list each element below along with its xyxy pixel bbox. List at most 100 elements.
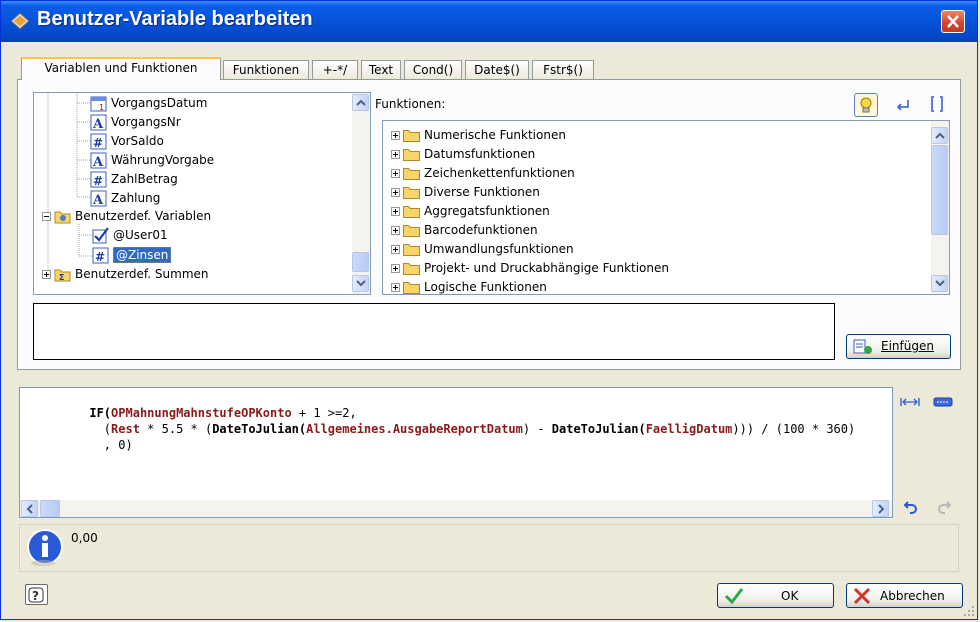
keyboard-icon[interactable] xyxy=(933,396,953,408)
function-category[interactable]: Datumsfunktionen xyxy=(391,145,535,164)
expand-icon[interactable] xyxy=(391,131,400,140)
tree-lines xyxy=(47,93,92,271)
function-category[interactable]: Logische Funktionen xyxy=(391,278,547,294)
ok-button-label: OK xyxy=(781,589,799,603)
enter-icon[interactable] xyxy=(895,97,911,113)
wrap-toggle-icon[interactable] xyxy=(900,396,920,408)
tree-item-label: Zahlung xyxy=(111,191,161,205)
redo-icon[interactable] xyxy=(936,499,952,515)
arrow-down-icon xyxy=(935,280,945,287)
resize-grip-icon[interactable] xyxy=(963,605,975,617)
text-field-icon: A xyxy=(90,114,107,131)
expand-icon[interactable] xyxy=(391,150,400,159)
functions-tree[interactable]: Numerische Funktionen Datumsfunktionen Z… xyxy=(382,120,950,295)
result-area xyxy=(19,524,959,572)
tab-fstr[interactable]: Fstr$() xyxy=(532,60,594,80)
expand-icon[interactable] xyxy=(391,207,400,216)
folder-icon xyxy=(403,130,420,142)
scroll-left-button[interactable] xyxy=(21,500,38,517)
tab-cond[interactable]: Cond() xyxy=(404,60,462,80)
scroll-right-button[interactable] xyxy=(872,500,889,517)
insert-button[interactable]: Einfügen xyxy=(846,334,951,359)
function-category-label: Datumsfunktionen xyxy=(424,147,536,161)
checkmark-icon xyxy=(724,588,744,605)
scroll-down-button[interactable] xyxy=(352,275,369,292)
arrow-down-icon xyxy=(356,280,366,287)
svg-text:#: # xyxy=(93,136,103,150)
folder-icon xyxy=(403,168,420,180)
cancel-button[interactable]: Abbrechen xyxy=(846,583,963,608)
number-field-icon: # xyxy=(90,133,107,150)
result-value: 0,00 xyxy=(71,531,98,545)
tree-item-folder[interactable]: Benutzerdef. Variablen xyxy=(42,207,211,226)
function-category-label: Aggregatsfunktionen xyxy=(424,204,550,218)
expand-icon[interactable] xyxy=(391,169,400,178)
function-category[interactable]: Aggregatsfunktionen xyxy=(391,202,550,221)
folder-icon xyxy=(403,187,420,199)
svg-text:?: ? xyxy=(32,589,39,603)
title-bar[interactable]: Benutzer-Variable bearbeiten xyxy=(1,1,977,42)
help-button[interactable]: ? xyxy=(25,584,48,605)
hint-button[interactable] xyxy=(854,93,878,117)
calendar-icon: 1 xyxy=(90,96,107,112)
folder-icon xyxy=(403,225,420,237)
variable-tree-scrollbar[interactable] xyxy=(352,93,370,294)
function-category-label: Barcodefunktionen xyxy=(424,223,538,237)
scroll-thumb[interactable] xyxy=(40,500,60,517)
svg-text:1: 1 xyxy=(99,103,104,112)
function-category[interactable]: Projekt- und Druckabhängige Funktionen xyxy=(391,259,669,278)
tree-item[interactable]: A WährungVorgabe xyxy=(90,151,214,170)
scroll-thumb[interactable] xyxy=(931,145,948,235)
expression-hscrollbar[interactable] xyxy=(20,500,892,517)
expand-icon[interactable] xyxy=(391,188,400,197)
function-category-label: Numerische Funktionen xyxy=(424,128,566,142)
tree-item[interactable]: A Zahlung xyxy=(90,189,160,208)
tab-variablen-und-funktionen[interactable]: Variablen und Funktionen xyxy=(21,57,221,80)
expand-icon[interactable] xyxy=(42,270,51,279)
expand-icon[interactable] xyxy=(391,283,400,292)
tab-funktionen[interactable]: Funktionen xyxy=(223,60,309,80)
tree-item[interactable]: # ZahlBetrag xyxy=(90,170,178,189)
close-button[interactable] xyxy=(941,10,965,33)
tab-operators[interactable]: +-*/ xyxy=(312,60,358,80)
scroll-up-button[interactable] xyxy=(931,127,948,144)
svg-text:A: A xyxy=(92,117,104,131)
tree-item[interactable]: @User01 xyxy=(92,226,168,245)
functions-scrollbar[interactable] xyxy=(931,121,949,294)
scroll-down-button[interactable] xyxy=(931,275,948,292)
expr-token: FaelligDatum xyxy=(645,422,733,436)
tree-item-selected[interactable]: # @Zinsen xyxy=(92,246,172,265)
tab-text[interactable]: Text xyxy=(361,60,401,80)
checkbox-field-icon xyxy=(92,227,109,244)
tree-item-folder[interactable]: Σ Benutzerdef. Summen xyxy=(42,265,209,284)
expand-icon[interactable] xyxy=(391,245,400,254)
arrow-left-icon xyxy=(26,504,33,514)
cancel-button-label: Abbrechen xyxy=(880,589,945,603)
ok-button[interactable]: OK xyxy=(717,583,834,608)
collapse-icon[interactable] xyxy=(42,212,51,221)
expr-token: ) - xyxy=(522,422,552,436)
expand-icon[interactable] xyxy=(391,264,400,273)
undo-icon[interactable] xyxy=(903,499,919,515)
tree-item[interactable]: A VorgangsNr xyxy=(90,113,181,132)
scroll-up-button[interactable] xyxy=(352,94,369,111)
svg-text:#: # xyxy=(93,174,103,188)
function-category[interactable]: Barcodefunktionen xyxy=(391,221,538,240)
function-category[interactable]: Diverse Funktionen xyxy=(391,183,540,202)
dialog-window: Benutzer-Variable bearbeiten Variablen u… xyxy=(0,0,978,620)
tab-date[interactable]: Date$() xyxy=(465,60,529,80)
function-category[interactable]: Umwandlungsfunktionen xyxy=(391,240,574,259)
brackets-icon[interactable] xyxy=(929,95,945,113)
functions-label: Funktionen: xyxy=(375,97,446,111)
function-category[interactable]: Zeichenkettenfunktionen xyxy=(391,164,575,183)
tree-item[interactable]: # VorSaldo xyxy=(90,132,164,151)
tree-item[interactable]: 1 VorgangsDatum xyxy=(90,94,207,113)
variable-tree[interactable]: 1 VorgangsDatum A VorgangsNr # VorSaldo A Wä… xyxy=(33,92,371,295)
folder-icon xyxy=(403,263,420,275)
expand-icon[interactable] xyxy=(391,226,400,235)
function-category[interactable]: Numerische Funktionen xyxy=(391,126,566,145)
cancel-icon xyxy=(853,587,871,605)
svg-text:#: # xyxy=(95,250,105,264)
expression-editor[interactable]: IF(OPMahnungMahnstufeOPKonto + 1 >=2, (R… xyxy=(19,387,893,518)
scroll-thumb[interactable] xyxy=(352,252,369,272)
